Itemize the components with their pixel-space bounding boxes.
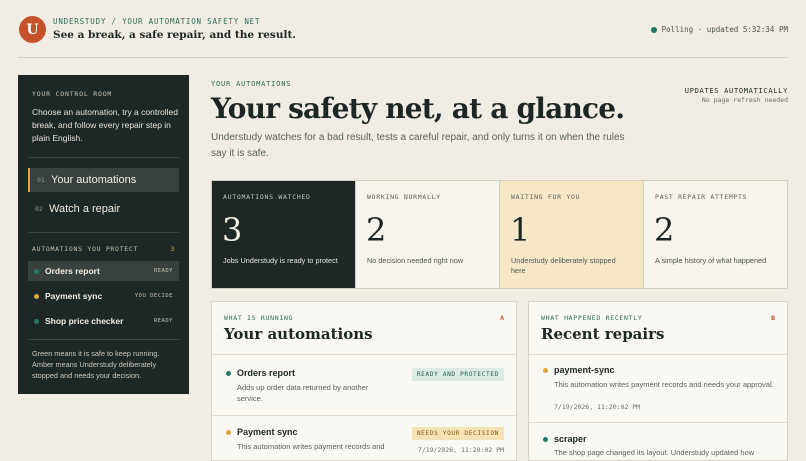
row-divider	[529, 422, 787, 423]
nav-item-watch-a-repair[interactable]: 02 Watch a repair	[28, 197, 179, 221]
polling-status-text: Polling · updated 5:32:34 PM	[661, 25, 788, 34]
status-dot-icon	[650, 26, 657, 33]
automations-section-title: AUTOMATIONS YOU PROTECT	[32, 245, 139, 253]
stat-automations-watched: AUTOMATIONS WATCHED 3 Jobs Understudy is…	[212, 181, 356, 288]
auto-update-subtitle: No page refresh needed	[701, 96, 788, 104]
sidebar-divider	[28, 232, 179, 233]
automation-name: Payment sync	[237, 427, 298, 437]
stat-description: Jobs Understudy is ready to protect	[223, 256, 338, 265]
automation-name: Orders report	[237, 368, 296, 378]
summary-stats: AUTOMATIONS WATCHED 3 Jobs Understudy is…	[211, 180, 788, 289]
nav-item-number: 01	[37, 176, 45, 184]
status-dot-icon	[34, 293, 39, 299]
card-kicker: WHAT HAPPENED RECENTLY	[541, 314, 643, 322]
automations-card: WHAT IS RUNNING A Your automations Order…	[211, 301, 517, 461]
nav-item-number: 02	[35, 205, 43, 213]
repair-name: payment-sync	[554, 365, 615, 375]
card-letter: A	[500, 314, 504, 322]
card-title: Your automations	[224, 325, 373, 343]
status-dot-icon	[34, 318, 39, 324]
automations-section-header: AUTOMATIONS YOU PROTECT 3	[32, 245, 175, 253]
stat-label: WAITING FOR YOU	[511, 193, 581, 201]
automation-state: READY	[153, 318, 173, 324]
automation-row-orders-report[interactable]: Orders report Adds up order data returne…	[224, 368, 504, 408]
stat-value: 2	[366, 211, 387, 249]
automation-name: Orders report	[45, 266, 100, 276]
main-kicker: YOUR AUTOMATIONS	[211, 80, 292, 88]
status-dot-icon	[226, 430, 231, 435]
timestamp: 7/19/2026, 11:20:02 PM	[554, 403, 641, 411]
stat-value: 2	[654, 211, 675, 249]
stat-waiting-for-you: WAITING FOR YOU 1 Understudy deliberatel…	[500, 181, 644, 288]
page-lead: Understudy watches for a bad result, tes…	[211, 132, 625, 159]
sidebar-automation-orders-report[interactable]: Orders report READY	[28, 261, 179, 281]
automation-name: Shop price checker	[45, 316, 124, 326]
sidebar: YOUR CONTROL ROOM Choose an automation, …	[18, 75, 189, 394]
understudy-logo: U	[19, 16, 46, 43]
automation-description: This automation writes payment records a…	[237, 442, 385, 451]
repair-row-payment-sync[interactable]: payment-sync This automation writes paym…	[541, 365, 775, 415]
card-divider	[529, 354, 787, 355]
breadcrumb: UNDERSTUDY / YOUR AUTOMATION SAFETY NET	[53, 17, 261, 26]
card-kicker: WHAT IS RUNNING	[224, 314, 294, 322]
card-divider	[212, 354, 516, 355]
sidebar-divider	[28, 339, 179, 340]
stat-value: 1	[510, 211, 531, 249]
sidebar-intro: Choose an automation, try a controlled b…	[32, 107, 179, 143]
auto-update-note: UPDATES AUTOMATICALLY No page refresh ne…	[685, 87, 788, 104]
card-title: Recent repairs	[541, 325, 665, 343]
stat-value: 3	[222, 211, 243, 249]
header-divider	[18, 57, 788, 58]
automation-state: YOU DECIDE	[134, 293, 173, 299]
repair-description: This automation writes payment records a…	[554, 380, 774, 389]
status-dot-icon	[543, 437, 548, 442]
sidebar-divider	[28, 157, 179, 158]
nav-item-label: Watch a repair	[49, 203, 121, 215]
recent-repairs-card: WHAT HAPPENED RECENTLY B Recent repairs …	[528, 301, 788, 461]
stat-description: Understudy deliberately stopped here	[511, 256, 616, 275]
status-dot-icon	[34, 268, 39, 274]
nav-item-label: Your automations	[51, 174, 137, 186]
page-title: Your safety net, at a glance.	[211, 92, 625, 125]
status-dot-icon	[543, 368, 548, 373]
repair-name: scraper	[554, 434, 587, 444]
automation-name: Payment sync	[45, 291, 103, 301]
page-tagline: See a break, a safe repair, and the resu…	[53, 29, 296, 41]
status-legend: Green means it is safe to keep running. …	[32, 349, 160, 380]
row-divider	[212, 415, 516, 416]
stat-label: WORKING NORMALLY	[367, 193, 441, 201]
automation-description: Adds up order data returned by another s…	[237, 383, 369, 403]
repair-description: The shop page changed its layout. Unders…	[554, 448, 755, 457]
automation-state: READY	[153, 268, 173, 274]
stat-description: No decision needed right now	[367, 256, 464, 265]
status-badge: READY AND PROTECTED	[411, 368, 504, 381]
sidebar-kicker: YOUR CONTROL ROOM	[32, 90, 113, 98]
automations-count: 3	[170, 245, 175, 253]
auto-update-title: UPDATES AUTOMATICALLY	[684, 87, 788, 95]
stat-label: AUTOMATIONS WATCHED	[223, 193, 311, 201]
stat-label: PAST REPAIR ATTEMPTS	[655, 193, 748, 201]
polling-status: Polling · updated 5:32:34 PM	[650, 25, 788, 34]
status-badge: NEEDS YOUR DECISION	[411, 427, 504, 440]
timestamp: 7/19/2026, 11:20:02 PM	[417, 446, 504, 454]
logo-letter: U	[26, 21, 39, 38]
stat-past-repair-attempts: PAST REPAIR ATTEMPTS 2 A simple history …	[644, 181, 787, 288]
sidebar-automation-payment-sync[interactable]: Payment sync YOU DECIDE	[28, 286, 179, 306]
repair-row-scraper[interactable]: scraper The shop page changed its layout…	[541, 434, 775, 460]
status-dot-icon	[226, 371, 231, 376]
automation-row-payment-sync[interactable]: Payment sync This automation writes paym…	[224, 427, 504, 460]
stat-description: A simple history of what happened	[655, 256, 767, 265]
stat-working-normally: WORKING NORMALLY 2 No decision needed ri…	[356, 181, 500, 288]
nav-item-your-automations[interactable]: 01 Your automations	[28, 168, 179, 192]
sidebar-automation-shop-price-checker[interactable]: Shop price checker READY	[28, 311, 179, 331]
card-letter: B	[771, 314, 775, 322]
